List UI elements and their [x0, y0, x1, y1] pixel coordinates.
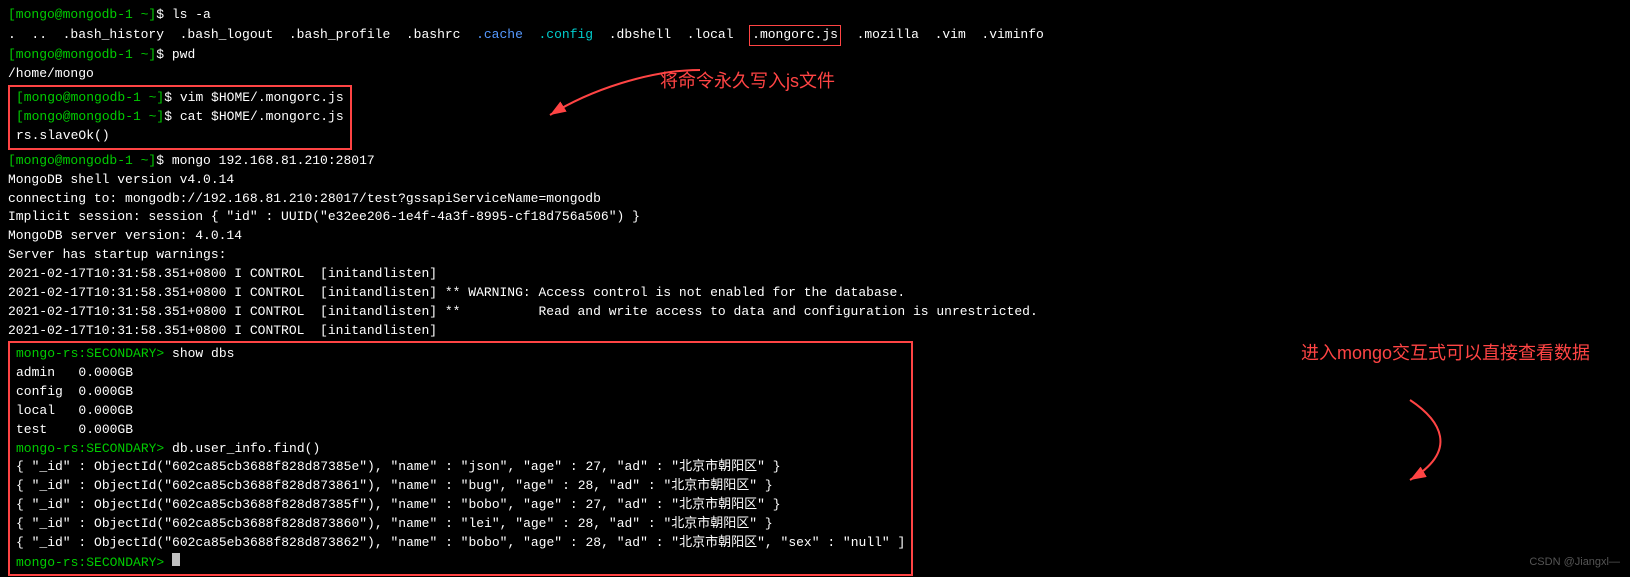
result-4: { "_id" : ObjectId("602ca85cb3688f828d87… — [16, 515, 773, 534]
find-result-1: { "_id" : ObjectId("602ca85cb3688f828d87… — [16, 458, 905, 477]
cache-item: .cache — [476, 26, 523, 45]
final-prompt: mongo-rs:SECONDARY> — [16, 554, 172, 573]
implicit-session: Implicit session: session { "id" : UUID(… — [8, 208, 640, 227]
result-2: { "_id" : ObjectId("602ca85cb3688f828d87… — [16, 477, 773, 496]
connecting-line: connecting to: mongodb://192.168.81.210:… — [8, 190, 1622, 209]
ls-items-3: .mozilla .vim .viminfo — [841, 26, 1044, 45]
warn-line-2: 2021-02-17T10:31:58.351+0800 I CONTROL [… — [8, 284, 1622, 303]
ls-items-2: .dbshell .local — [593, 26, 749, 45]
warn-line-3: 2021-02-17T10:31:58.351+0800 I CONTROL [… — [8, 303, 1622, 322]
shell-version: MongoDB shell version v4.0.14 — [8, 171, 234, 190]
find-prompt: mongo-rs:SECONDARY> — [16, 440, 172, 459]
result-3: { "_id" : ObjectId("602ca85cb3688f828d87… — [16, 496, 781, 515]
show-dbs-cmd: show dbs — [172, 345, 234, 364]
mongo-connect-line: [mongo@mongodb-1 ~]$ mongo 192.168.81.21… — [8, 152, 1622, 171]
pwd-output: /home/mongo — [8, 65, 94, 84]
annotation-bottom: 进入mongo交互式可以直接查看数据 — [1301, 340, 1590, 366]
prompt-1: [mongo@mongodb-1 ~] — [8, 6, 156, 25]
warn-4: 2021-02-17T10:31:58.351+0800 I CONTROL [… — [8, 322, 437, 341]
show-dbs-line: mongo-rs:SECONDARY> show dbs — [16, 345, 905, 364]
rs-slaveok-line: rs.slaveOk() — [16, 127, 344, 146]
arrow-top — [530, 60, 710, 130]
terminal-cursor — [172, 553, 180, 566]
startup-warn-line: Server has startup warnings: — [8, 246, 1622, 265]
mongorc-item: .mongorc.js — [749, 25, 841, 46]
pwd-command-line: [mongo@mongodb-1 ~]$ pwd — [8, 46, 1622, 65]
csdn-watermark: CSDN @Jiangxl— — [1529, 555, 1620, 571]
find-result-4: { "_id" : ObjectId("602ca85cb3688f828d87… — [16, 515, 905, 534]
show-dbs-prompt: mongo-rs:SECONDARY> — [16, 345, 172, 364]
server-version-line: MongoDB server version: 4.0.14 — [8, 227, 1622, 246]
prompt-box: [mongo@mongodb-1 ~]$ vim $HOME/.mongorc.… — [8, 85, 352, 150]
cat-cmd: $ cat $HOME/.mongorc.js — [164, 108, 343, 127]
warn-1: 2021-02-17T10:31:58.351+0800 I CONTROL [… — [8, 265, 437, 284]
warn-line-4: 2021-02-17T10:31:58.351+0800 I CONTROL [… — [8, 322, 1622, 341]
result-5: { "_id" : ObjectId("602ca85eb3688f828d87… — [16, 534, 905, 553]
warn-2: 2021-02-17T10:31:58.351+0800 I CONTROL [… — [8, 284, 905, 303]
find-cmd-line: mongo-rs:SECONDARY> db.user_info.find() — [16, 440, 905, 459]
mongo-cmd: $ mongo 192.168.81.210:28017 — [156, 152, 374, 171]
db-test: test 0.000GB — [16, 421, 905, 440]
prompt-4: [mongo@mongodb-1 ~] — [16, 108, 164, 127]
warn-3: 2021-02-17T10:31:58.351+0800 I CONTROL [… — [8, 303, 1038, 322]
result-1: { "_id" : ObjectId("602ca85cb3688f828d87… — [16, 458, 781, 477]
find-result-3: { "_id" : ObjectId("602ca85cb3688f828d87… — [16, 496, 905, 515]
db-admin: admin 0.000GB — [16, 364, 905, 383]
ls-command-line: [mongo@mongodb-1 ~]$ ls -a — [8, 6, 1622, 25]
ls-output-line: . .. .bash_history .bash_logout .bash_pr… — [8, 25, 1622, 46]
mongo-interactive-box: mongo-rs:SECONDARY> show dbs admin 0.000… — [8, 341, 913, 576]
terminal: [mongo@mongodb-1 ~]$ ls -a . .. .bash_hi… — [0, 0, 1630, 577]
arrow-bottom — [1380, 390, 1560, 500]
ls-items-1: . .. .bash_history .bash_logout .bash_pr… — [8, 26, 476, 45]
config-item: .config — [539, 26, 594, 45]
find-cmd: db.user_info.find() — [172, 440, 320, 459]
cmd-2: $ pwd — [156, 46, 195, 65]
find-result-2: { "_id" : ObjectId("602ca85cb3688f828d87… — [16, 477, 905, 496]
vim-line: [mongo@mongodb-1 ~]$ vim $HOME/.mongorc.… — [16, 89, 344, 108]
cmd-1: $ ls -a — [156, 6, 211, 25]
connecting-text: connecting to: mongodb://192.168.81.210:… — [8, 190, 601, 209]
server-version: MongoDB server version: 4.0.14 — [8, 227, 242, 246]
vim-cmd: $ vim $HOME/.mongorc.js — [164, 89, 343, 108]
startup-warn: Server has startup warnings: — [8, 246, 226, 265]
db-admin-text: admin 0.000GB — [16, 364, 133, 383]
db-config-text: config 0.000GB — [16, 383, 133, 402]
prompt-3: [mongo@mongodb-1 ~] — [16, 89, 164, 108]
find-result-5: { "_id" : ObjectId("602ca85eb3688f828d87… — [16, 534, 905, 553]
shell-version-line: MongoDB shell version v4.0.14 — [8, 171, 1622, 190]
cat-line: [mongo@mongodb-1 ~]$ cat $HOME/.mongorc.… — [16, 108, 344, 127]
prompt-5: [mongo@mongodb-1 ~] — [8, 152, 156, 171]
warn-line-1: 2021-02-17T10:31:58.351+0800 I CONTROL [… — [8, 265, 1622, 284]
prompt-2: [mongo@mongodb-1 ~] — [8, 46, 156, 65]
implicit-session-line: Implicit session: session { "id" : UUID(… — [8, 208, 1622, 227]
db-local: local 0.000GB — [16, 402, 905, 421]
rs-slaveok: rs.slaveOk() — [16, 127, 110, 146]
db-test-text: test 0.000GB — [16, 421, 133, 440]
final-prompt-line: mongo-rs:SECONDARY> — [16, 553, 905, 573]
db-config: config 0.000GB — [16, 383, 905, 402]
ls-space-1 — [523, 26, 539, 45]
db-local-text: local 0.000GB — [16, 402, 133, 421]
